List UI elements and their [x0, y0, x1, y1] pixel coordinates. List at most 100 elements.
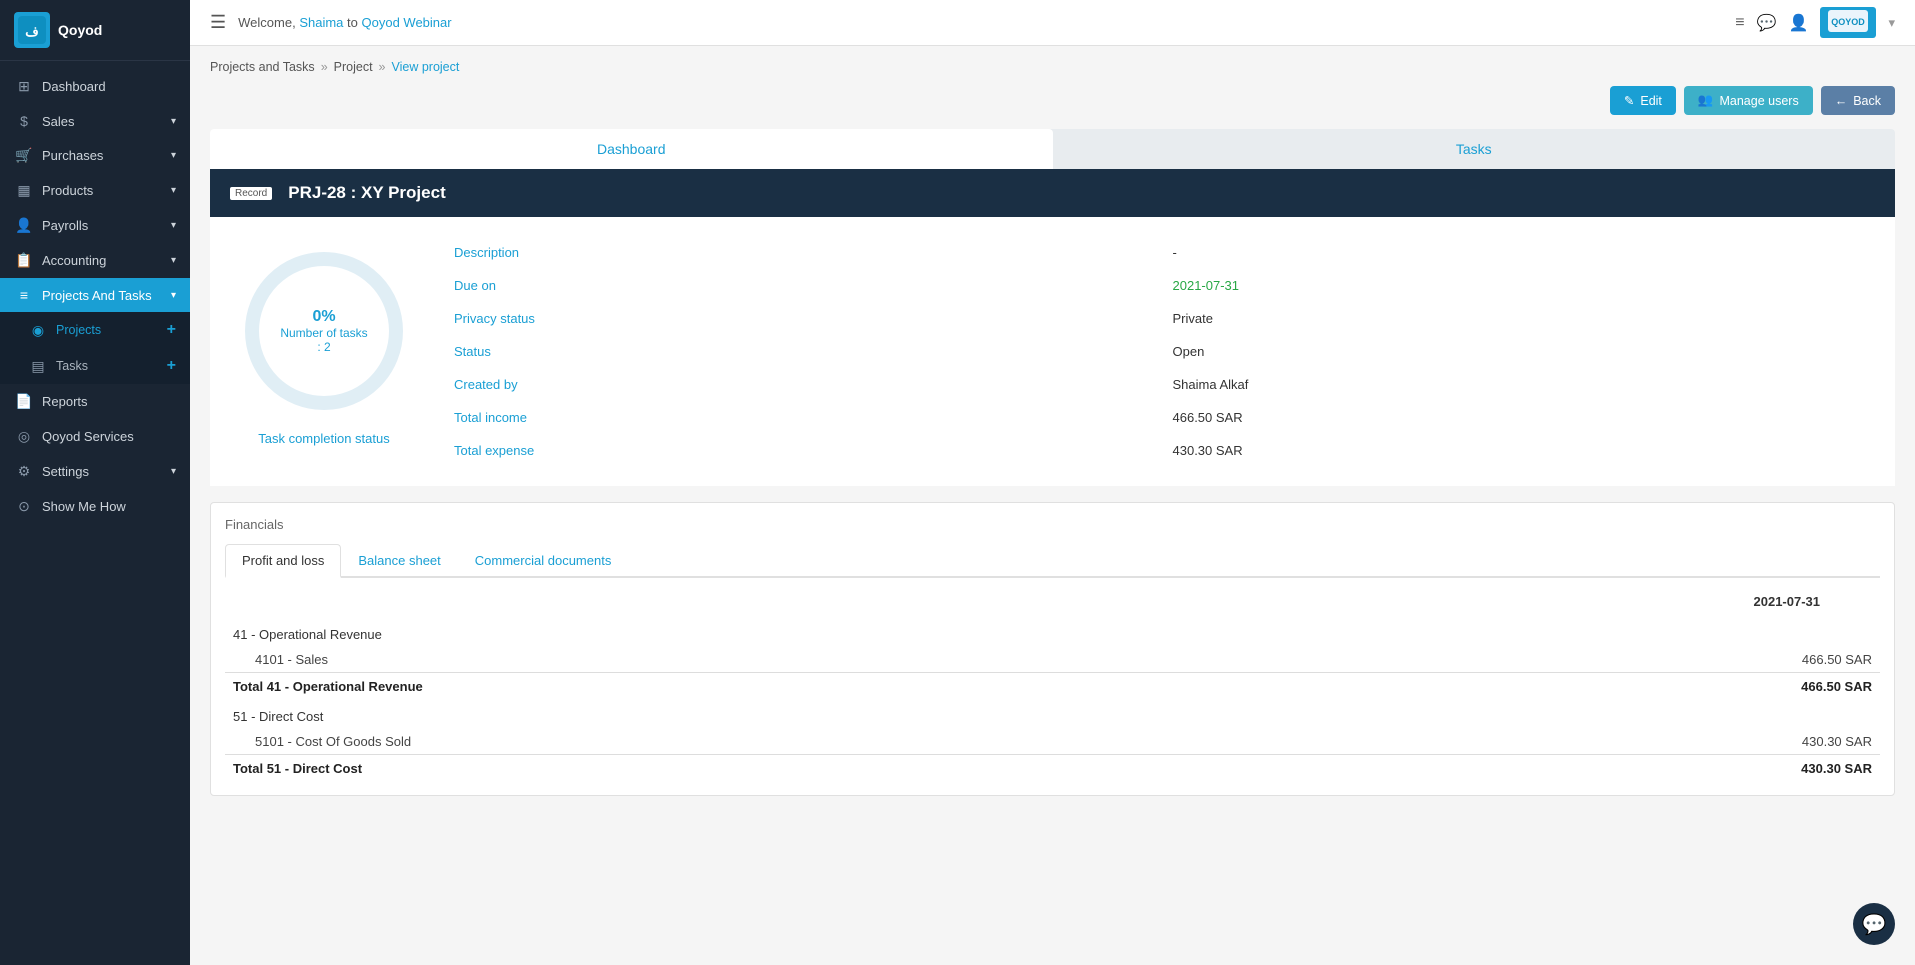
chevron-icon: ▾ [171, 255, 176, 266]
privacy-status-label: Privacy status [454, 307, 1153, 330]
sidebar-item-reports[interactable]: 📄 Reports [0, 384, 190, 419]
fin-tab-balance-sheet[interactable]: Balance sheet [341, 544, 457, 578]
breadcrumb-sep-2: » [379, 60, 386, 74]
chat-icon[interactable]: 💬 [1757, 13, 1777, 33]
action-bar: ✎ Edit 👥 Manage users ← Back [210, 86, 1895, 115]
table-row: 4101 - Sales 466.50 SAR [225, 647, 1880, 673]
sidebar-item-label: Purchases [42, 148, 103, 163]
add-project-icon[interactable]: + [167, 321, 176, 339]
username-link[interactable]: Shaima [299, 15, 343, 30]
sidebar-nav: ⊞ Dashboard $ Sales ▾ 🛒 Purchases ▾ ▦ Pr… [0, 61, 190, 965]
settings-icon: ⚙ [14, 463, 34, 480]
fin-tab-commercial-docs[interactable]: Commercial documents [458, 544, 629, 578]
status-value: Open [1173, 340, 1872, 363]
section-header-label: 51 - Direct Cost [225, 699, 1310, 729]
chart-section: 0% Number of tasks : 2 Task completion s… [234, 241, 414, 462]
sidebar-item-label: Accounting [42, 253, 106, 268]
total-income-label: Total income [454, 406, 1153, 429]
breadcrumb-projects-and-tasks[interactable]: Projects and Tasks [210, 60, 315, 74]
section-total-label: Total 41 - Operational Revenue [225, 673, 1310, 700]
breadcrumb-current: View project [392, 60, 460, 74]
sidebar-item-label: Dashboard [42, 79, 106, 94]
hamburger-icon[interactable]: ☰ [210, 12, 226, 33]
sidebar-item-label: Payrolls [42, 218, 88, 233]
topbar: ☰ Welcome, Shaima to Qoyod Webinar ≡ 💬 👤… [190, 0, 1915, 46]
svg-text:ف: ف [25, 24, 38, 39]
sidebar-item-qoyod-services[interactable]: ◎ Qoyod Services [0, 419, 190, 454]
main-area: ☰ Welcome, Shaima to Qoyod Webinar ≡ 💬 👤… [190, 0, 1915, 965]
project-title: PRJ-28 : XY Project [288, 183, 445, 203]
add-task-icon[interactable]: + [167, 357, 176, 375]
privacy-status-value: Private [1173, 307, 1872, 330]
chevron-icon: ▾ [171, 150, 176, 161]
fin-tab-profit-loss[interactable]: Profit and loss [225, 544, 341, 578]
donut-tasks-label: Number of tasks : 2 [279, 326, 369, 354]
sidebar-item-settings[interactable]: ⚙ Settings ▾ [0, 454, 190, 489]
user-icon[interactable]: 👤 [1789, 13, 1809, 33]
financials-section: Financials Profit and loss Balance sheet… [210, 502, 1895, 796]
chevron-icon: ▾ [171, 466, 176, 477]
sidebar-item-dashboard[interactable]: ⊞ Dashboard [0, 69, 190, 104]
sidebar-item-payrolls[interactable]: 👤 Payrolls ▾ [0, 208, 190, 243]
total-income-value: 466.50 SAR [1173, 406, 1872, 429]
list-icon[interactable]: ≡ [1735, 14, 1744, 32]
created-by-label: Created by [454, 373, 1153, 396]
donut-chart: 0% Number of tasks : 2 [234, 241, 414, 421]
chart-caption: Task completion status [258, 431, 390, 446]
main-tabs: Dashboard Tasks [210, 129, 1895, 169]
section-header-label: 41 - Operational Revenue [225, 617, 1310, 647]
total-expense-label: Total expense [454, 439, 1153, 462]
donut-percentage: 0% [279, 308, 369, 326]
due-on-value: 2021-07-31 [1173, 274, 1872, 297]
sidebar-item-label: Projects And Tasks [42, 288, 152, 303]
products-icon: ▦ [14, 182, 34, 199]
dropdown-icon[interactable]: ▾ [1888, 15, 1895, 31]
section-total-amount: 430.30 SAR [1310, 755, 1880, 782]
table-row: Total 51 - Direct Cost 430.30 SAR [225, 755, 1880, 782]
description-value: - [1173, 241, 1872, 264]
status-label: Status [454, 340, 1153, 363]
back-button[interactable]: ← Back [1821, 86, 1895, 115]
table-row: 5101 - Cost Of Goods Sold 430.30 SAR [225, 729, 1880, 755]
sidebar-item-sales[interactable]: $ Sales ▾ [0, 104, 190, 138]
financials-tabs: Profit and loss Balance sheet Commercial… [225, 544, 1880, 578]
sidebar-item-projects-and-tasks[interactable]: ≡ Projects And Tasks ▾ [0, 278, 190, 312]
fin-item-amount: 466.50 SAR [1310, 647, 1880, 673]
fin-item-name: 4101 - Sales [225, 647, 1310, 673]
sidebar-item-tasks[interactable]: ▤ Tasks + [0, 348, 190, 384]
dashboard-body: 0% Number of tasks : 2 Task completion s… [210, 217, 1895, 486]
projects-icon: ◉ [28, 322, 48, 339]
logo-icon: ف [14, 12, 50, 48]
project-info: Description - Due on 2021-07-31 Privacy … [454, 241, 1871, 462]
fin-item-amount: 430.30 SAR [1310, 729, 1880, 755]
description-label: Description [454, 241, 1153, 264]
sidebar-logo: ف Qoyod [0, 0, 190, 61]
services-icon: ◎ [14, 428, 34, 445]
table-row: 41 - Operational Revenue [225, 617, 1880, 647]
sidebar-item-label: Tasks [56, 359, 88, 373]
sidebar-item-label: Qoyod Services [42, 429, 134, 444]
show-me-icon: ⊙ [14, 498, 34, 515]
table-row: Total 41 - Operational Revenue 466.50 SA… [225, 673, 1880, 700]
project-header: Record PRJ-28 : XY Project [210, 169, 1895, 217]
sidebar-item-projects[interactable]: ◉ Projects + [0, 312, 190, 348]
tasks-icon: ▤ [28, 358, 48, 375]
tab-dashboard[interactable]: Dashboard [210, 129, 1053, 169]
section-total-amount: 466.50 SAR [1310, 673, 1880, 700]
financials-table: 41 - Operational Revenue 4101 - Sales 46… [225, 617, 1880, 781]
section-total-label: Total 51 - Direct Cost [225, 755, 1310, 782]
sidebar-item-purchases[interactable]: 🛒 Purchases ▾ [0, 138, 190, 173]
chat-widget-icon: 💬 [1862, 912, 1887, 937]
manage-users-icon: 👥 [1698, 93, 1714, 108]
sidebar-item-show-me-how[interactable]: ⊙ Show Me How [0, 489, 190, 524]
manage-users-button[interactable]: 👥 Manage users [1684, 86, 1813, 115]
appname-link[interactable]: Qoyod Webinar [362, 15, 452, 30]
tab-tasks[interactable]: Tasks [1053, 129, 1896, 169]
edit-button[interactable]: ✎ Edit [1610, 86, 1676, 115]
sidebar-item-products[interactable]: ▦ Products ▾ [0, 173, 190, 208]
chat-widget[interactable]: 💬 [1853, 903, 1895, 945]
sidebar-item-accounting[interactable]: 📋 Accounting ▾ [0, 243, 190, 278]
breadcrumb-project[interactable]: Project [334, 60, 373, 74]
reports-icon: 📄 [14, 393, 34, 410]
donut-center: 0% Number of tasks : 2 [279, 308, 369, 354]
